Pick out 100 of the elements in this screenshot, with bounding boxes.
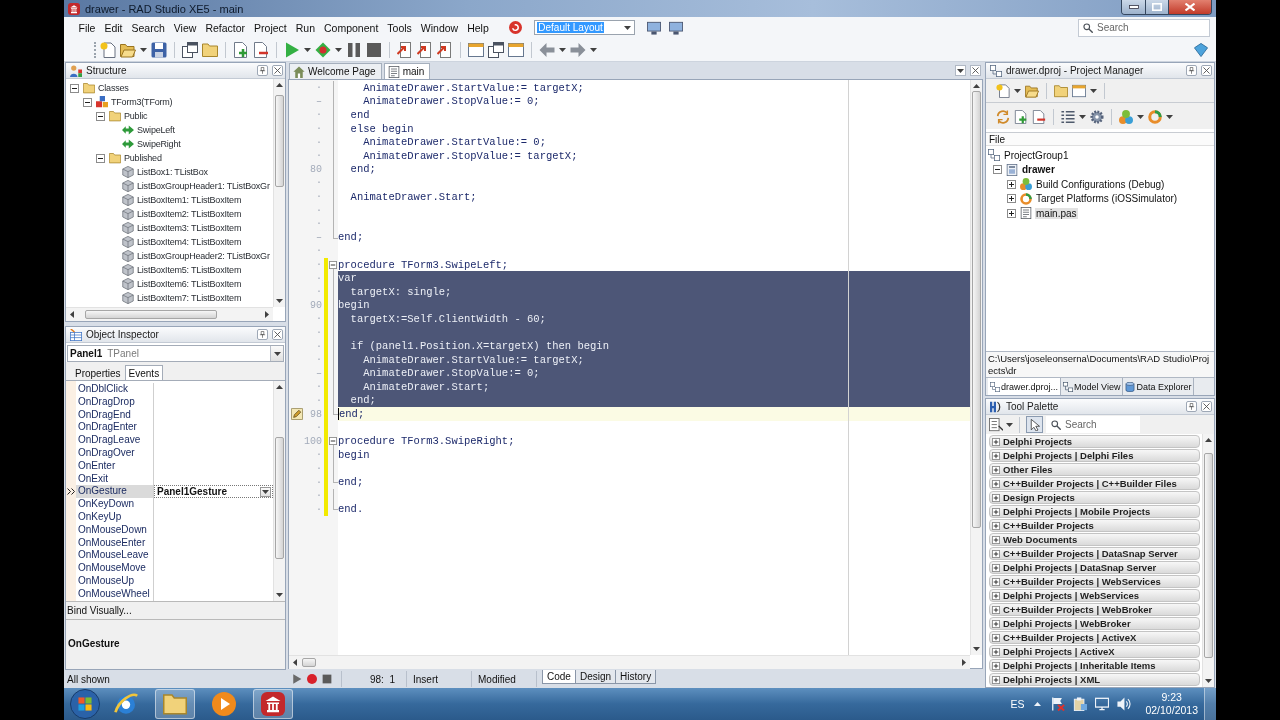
tree-item[interactable]: ListBoxItem1: TListBoxItem bbox=[137, 195, 242, 205]
remove-file-icon[interactable] bbox=[253, 41, 269, 58]
new-file-icon[interactable] bbox=[996, 83, 1010, 98]
menu-item[interactable]: File bbox=[74, 19, 100, 36]
scrollbar-thumb[interactable] bbox=[275, 437, 284, 559]
close-button[interactable] bbox=[1201, 401, 1212, 412]
new-file-icon[interactable] bbox=[100, 41, 116, 58]
caret-icon[interactable] bbox=[1006, 422, 1013, 427]
collapse-icon[interactable] bbox=[83, 97, 92, 107]
pin-button[interactable] bbox=[257, 329, 268, 340]
category-header[interactable]: C++Builder Projects | DataSnap Server bbox=[989, 547, 1200, 560]
category-header[interactable]: C++Builder Projects | C++Builder Files bbox=[989, 477, 1200, 490]
tree-item[interactable]: ListBoxItem6: TListBoxItem bbox=[137, 279, 242, 289]
menu-item[interactable]: Project bbox=[249, 19, 292, 36]
tree-item[interactable]: ListBoxItem4: TListBoxItem bbox=[137, 237, 242, 247]
clipboard-icon[interactable] bbox=[1073, 697, 1088, 711]
menu-item[interactable]: Help bbox=[462, 19, 494, 36]
window-icon[interactable] bbox=[1072, 83, 1086, 98]
event-name[interactable]: OnMouseLeave bbox=[76, 549, 154, 563]
object-selector[interactable]: Panel1 TPanel bbox=[67, 345, 284, 362]
menu-item[interactable]: View bbox=[169, 19, 201, 36]
caret-icon[interactable] bbox=[1137, 115, 1144, 119]
category-header[interactable]: C++Builder Projects | ActiveX bbox=[989, 631, 1200, 644]
play-icon[interactable] bbox=[292, 674, 302, 684]
tree-item[interactable]: ProjectGroup1 bbox=[1003, 149, 1070, 161]
tab[interactable]: drawer.dproj... bbox=[988, 378, 1062, 395]
language-indicator[interactable]: ES bbox=[1010, 698, 1025, 710]
event-name[interactable]: OnKeyDown bbox=[76, 498, 154, 511]
gem-icon[interactable] bbox=[1194, 42, 1208, 57]
category-header[interactable]: Delphi Projects | DataSnap Server bbox=[989, 561, 1200, 574]
category-header[interactable]: Delphi Projects | WebBroker bbox=[989, 617, 1200, 630]
stop-icon[interactable] bbox=[366, 41, 382, 58]
view-tab[interactable]: History bbox=[616, 670, 657, 684]
horizontal-scrollbar[interactable] bbox=[66, 307, 273, 321]
monitor-icon[interactable] bbox=[669, 20, 684, 35]
remove-file-icon[interactable] bbox=[1032, 110, 1046, 124]
circular-arrow-icon[interactable] bbox=[509, 21, 523, 34]
category-header[interactable]: C++Builder Projects | WebServices bbox=[989, 575, 1200, 588]
minimize-button[interactable] bbox=[1122, 0, 1145, 14]
tree-item[interactable]: Public bbox=[124, 111, 148, 121]
tab[interactable]: Properties bbox=[71, 365, 125, 380]
tree-item[interactable]: Published bbox=[124, 153, 162, 163]
add-file-icon[interactable] bbox=[233, 41, 249, 58]
tab[interactable]: Model View bbox=[1061, 378, 1124, 395]
search-field[interactable]: Search bbox=[1078, 18, 1210, 37]
tree-item[interactable]: Classes bbox=[98, 83, 129, 93]
scroll-up-icon[interactable] bbox=[276, 83, 283, 87]
maximize-button[interactable] bbox=[1145, 0, 1168, 14]
tree-item[interactable]: ListBox1: TListBox bbox=[137, 167, 208, 177]
menu-item[interactable]: Component bbox=[319, 19, 383, 36]
caret-icon[interactable] bbox=[590, 47, 597, 52]
tab[interactable]: Data Explorer bbox=[1123, 378, 1195, 395]
clock-date[interactable]: 02/10/2013 bbox=[1145, 704, 1198, 717]
scrollbar-thumb[interactable] bbox=[275, 95, 284, 187]
menu-item[interactable]: Window bbox=[416, 19, 463, 36]
scroll-down-icon[interactable] bbox=[1205, 679, 1212, 683]
folder-icon[interactable] bbox=[1054, 83, 1068, 98]
menu-item[interactable]: Refactor bbox=[200, 19, 250, 36]
window-icon[interactable] bbox=[508, 41, 524, 58]
tree-item[interactable]: ListBoxGroupHeader1: TListBoxGr bbox=[137, 181, 270, 191]
view-tab[interactable]: Code bbox=[542, 670, 576, 684]
add-file-icon[interactable] bbox=[1014, 110, 1028, 124]
close-tab-button[interactable] bbox=[970, 65, 981, 76]
bind-visually-link[interactable]: Bind Visually... bbox=[67, 605, 132, 616]
vertical-scrollbar[interactable] bbox=[1202, 434, 1214, 687]
scrollbar-thumb[interactable] bbox=[302, 658, 316, 667]
caret-icon[interactable] bbox=[1090, 88, 1097, 93]
category-header[interactable]: Web Documents bbox=[989, 533, 1200, 546]
taskbar-button[interactable] bbox=[253, 689, 293, 719]
event-name[interactable]: OnMouseDown bbox=[76, 523, 154, 537]
caret-icon[interactable] bbox=[140, 47, 147, 52]
scroll-left-icon[interactable] bbox=[70, 311, 74, 318]
tree-item[interactable]: SwipeRight bbox=[137, 139, 181, 149]
event-name[interactable]: OnMouseUp bbox=[76, 574, 154, 588]
menu-item[interactable]: Run bbox=[291, 19, 320, 36]
event-name[interactable]: OnDragOver bbox=[76, 447, 154, 460]
category-header[interactable]: Delphi Projects | Inheritable Items bbox=[989, 659, 1200, 672]
overlapping-windows-icon[interactable] bbox=[182, 41, 198, 58]
menu-item[interactable]: Edit bbox=[99, 19, 127, 36]
horizontal-scrollbar[interactable] bbox=[289, 655, 970, 669]
show-desktop-button[interactable] bbox=[1204, 688, 1216, 720]
caret-icon[interactable] bbox=[1014, 88, 1021, 93]
expand-icon[interactable] bbox=[1007, 194, 1016, 204]
dropdown-button[interactable] bbox=[270, 346, 283, 361]
event-name[interactable]: OnKeyUp bbox=[76, 510, 154, 524]
caret-icon[interactable] bbox=[1079, 115, 1086, 119]
category-header[interactable]: Delphi Projects | Delphi Files bbox=[989, 449, 1200, 462]
collapse-icon[interactable] bbox=[96, 153, 105, 163]
close-button[interactable] bbox=[1201, 65, 1212, 76]
vertical-scrollbar[interactable] bbox=[273, 381, 285, 601]
event-name[interactable]: OnDragEnd bbox=[76, 408, 154, 422]
menu-item[interactable]: Tools bbox=[382, 19, 417, 36]
caret-icon[interactable] bbox=[304, 47, 311, 52]
scroll-down-icon[interactable] bbox=[276, 299, 283, 303]
close-button[interactable] bbox=[272, 65, 283, 76]
editor-tab[interactable]: main bbox=[383, 63, 431, 79]
scroll-right-icon[interactable] bbox=[265, 311, 269, 318]
close-button[interactable] bbox=[1168, 0, 1211, 14]
diamond-icon[interactable] bbox=[315, 41, 331, 58]
pointer-button[interactable] bbox=[1026, 416, 1043, 433]
